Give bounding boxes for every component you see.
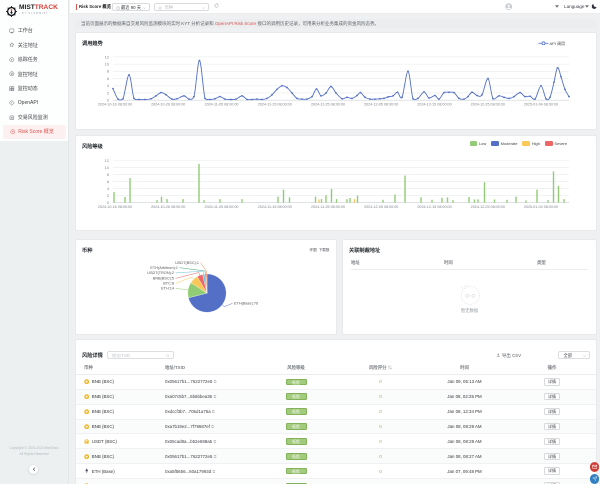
svg-text:2024-12-25 08:00:00: 2024-12-25 08:00:00: [471, 103, 505, 107]
svg-text:12: 12: [105, 54, 109, 59]
svg-text:2: 2: [107, 193, 109, 198]
svg-text:2024-12-25 08:00:00: 2024-12-25 08:00:00: [471, 205, 505, 209]
svg-text:2024-11-15 08:00:00: 2024-11-15 08:00:00: [258, 205, 292, 209]
svg-text:USDT(TRON):2: USDT(TRON):2: [147, 271, 174, 275]
svg-text:8: 8: [107, 69, 109, 74]
svg-text:ETH(Arbitrum):1: ETH(Arbitrum):1: [150, 266, 178, 270]
svg-text:4: 4: [107, 186, 110, 191]
svg-text:2024-12-15 08:00:00: 2024-12-15 08:00:00: [417, 103, 451, 107]
svg-text:10: 10: [105, 165, 110, 170]
svg-text:2024-10-26 08:00:00: 2024-10-26 08:00:00: [151, 103, 185, 107]
svg-text:8: 8: [107, 172, 109, 177]
svg-text:2025-01-04 08:00:00: 2025-01-04 08:00:00: [524, 205, 558, 209]
svg-text:ETH(Base):76: ETH(Base):76: [234, 302, 258, 306]
svg-text:ETH:14: ETH:14: [161, 287, 174, 291]
svg-text:2024-11-25 08:00:00: 2024-11-25 08:00:00: [311, 103, 345, 107]
svg-text:2: 2: [107, 90, 109, 95]
svg-text:6: 6: [107, 179, 109, 184]
svg-text:2024-11-05 08:00:00: 2024-11-05 08:00:00: [205, 103, 239, 107]
svg-text:USDT(BSC):1: USDT(BSC):1: [175, 261, 199, 265]
svg-text:2024-10-16 08:00:00: 2024-10-16 08:00:00: [98, 103, 132, 107]
svg-text:2024-12-15 08:00:00: 2024-12-15 08:00:00: [417, 205, 451, 209]
svg-text:4: 4: [107, 83, 110, 88]
svg-text:2025-01-04 08:00:00: 2025-01-04 08:00:00: [524, 103, 558, 107]
svg-text:2024-10-26 08:00:00: 2024-10-26 08:00:00: [151, 205, 185, 209]
svg-text:2024-11-25 08:00:00: 2024-11-25 08:00:00: [311, 205, 345, 209]
svg-text:2024-10-16 08:00:00: 2024-10-16 08:00:00: [98, 205, 132, 209]
svg-text:BNB(BSC):5: BNB(BSC):5: [153, 277, 174, 281]
svg-text:12: 12: [105, 158, 109, 163]
svg-text:2024-12-05 08:00:00: 2024-12-05 08:00:00: [364, 103, 398, 107]
svg-text:10: 10: [105, 62, 110, 67]
svg-text:2024-12-05 08:00:00: 2024-12-05 08:00:00: [364, 205, 398, 209]
svg-text:2024-11-15 08:00:00: 2024-11-15 08:00:00: [258, 103, 292, 107]
svg-text:BTC:8: BTC:8: [163, 282, 174, 286]
svg-text:6: 6: [107, 76, 109, 81]
svg-text:2024-11-05 08:00:00: 2024-11-05 08:00:00: [205, 205, 239, 209]
